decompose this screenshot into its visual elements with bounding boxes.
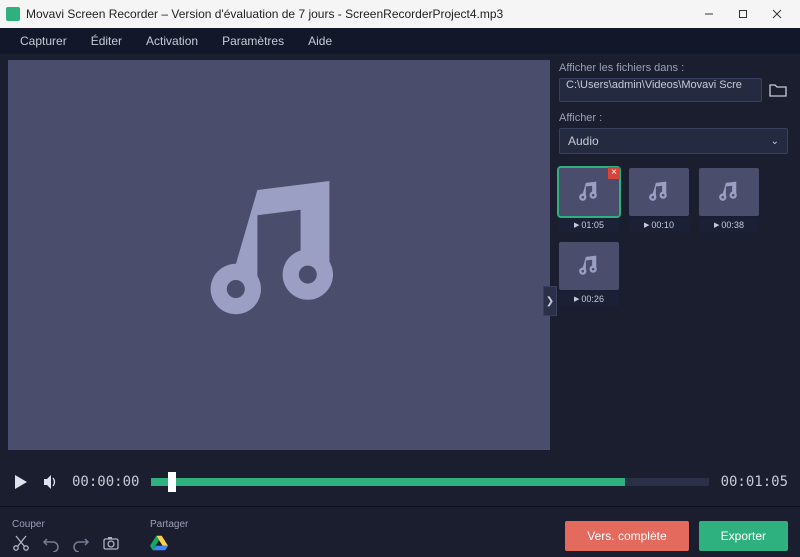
progress-bar[interactable] (151, 467, 708, 497)
side-panel: Afficher les fichiers dans : C:\Users\ad… (555, 54, 800, 457)
google-drive-icon[interactable] (150, 534, 168, 552)
thumbnail-grid: × ▶01:05 ▶00:10 ▶00:38 ▶00:26 (559, 168, 788, 306)
main-area: ❯ Afficher les fichiers dans : C:\Users\… (0, 54, 800, 457)
thumbnail-duration: ▶00:10 (629, 218, 689, 232)
window-titlebar: Movavi Screen Recorder – Version d'évalu… (0, 0, 800, 28)
full-version-button[interactable]: Vers. complète (565, 521, 688, 551)
thumbnail-duration: ▶00:38 (699, 218, 759, 232)
share-label: Partager (150, 519, 188, 530)
thumbnail-item[interactable]: ▶00:38 (699, 168, 759, 232)
minimize-button[interactable] (692, 0, 726, 28)
app-logo-icon (6, 7, 20, 21)
menubar: Capturer Éditer Activation Paramètres Ai… (0, 28, 800, 54)
thumbnail-duration: ▶01:05 (559, 218, 619, 232)
thumbnail-preview: × (559, 168, 619, 216)
menu-help[interactable]: Aide (296, 30, 344, 52)
window-title: Movavi Screen Recorder – Version d'évalu… (26, 7, 692, 21)
menu-edit[interactable]: Éditer (79, 30, 134, 52)
path-display[interactable]: C:\Users\admin\Videos\Movavi Scre (559, 78, 762, 102)
play-mini-icon: ▶ (574, 221, 579, 229)
thumbnail-delete-button[interactable]: × (608, 167, 620, 179)
current-time: 00:00:00 (72, 474, 139, 490)
thumbnail-item[interactable]: ▶00:10 (629, 168, 689, 232)
play-mini-icon: ▶ (644, 221, 649, 229)
menu-activation[interactable]: Activation (134, 30, 210, 52)
menu-settings[interactable]: Paramètres (210, 30, 296, 52)
volume-button[interactable] (42, 473, 60, 491)
close-button[interactable] (760, 0, 794, 28)
play-button[interactable] (12, 473, 30, 491)
show-files-label: Afficher les fichiers dans : (559, 62, 788, 74)
undo-icon[interactable] (42, 534, 60, 552)
thumbnail-preview (559, 242, 619, 290)
cut-group: Couper (12, 519, 120, 552)
playback-bar: 00:00:00 00:01:05 (0, 457, 800, 507)
thumbnail-preview (629, 168, 689, 216)
thumbnail-item[interactable]: × ▶01:05 (559, 168, 619, 232)
filter-dropdown[interactable]: Audio ⌄ (559, 128, 788, 154)
thumbnail-duration: ▶00:26 (559, 292, 619, 306)
export-button[interactable]: Exporter (699, 521, 788, 551)
play-mini-icon: ▶ (574, 295, 579, 303)
preview-canvas[interactable] (8, 60, 550, 450)
show-filter-label: Afficher : (559, 112, 788, 124)
play-mini-icon: ▶ (714, 221, 719, 229)
maximize-button[interactable] (726, 0, 760, 28)
progress-handle[interactable] (168, 472, 176, 492)
total-time: 00:01:05 (721, 474, 788, 490)
thumbnail-item[interactable]: ▶00:26 (559, 242, 619, 306)
filter-value: Audio (568, 134, 599, 148)
chevron-down-icon: ⌄ (771, 136, 779, 147)
panel-collapse-toggle[interactable]: ❯ (543, 286, 557, 316)
thumbnail-preview (699, 168, 759, 216)
cut-label: Couper (12, 519, 120, 530)
browse-folder-button[interactable] (768, 80, 788, 100)
redo-icon[interactable] (72, 534, 90, 552)
music-note-icon (189, 163, 369, 348)
bottom-toolbar: Couper Partager (0, 507, 800, 557)
share-group: Partager (150, 519, 188, 552)
camera-icon[interactable] (102, 534, 120, 552)
scissors-icon[interactable] (12, 534, 30, 552)
preview-panel: ❯ (0, 54, 555, 457)
menu-capture[interactable]: Capturer (8, 30, 79, 52)
